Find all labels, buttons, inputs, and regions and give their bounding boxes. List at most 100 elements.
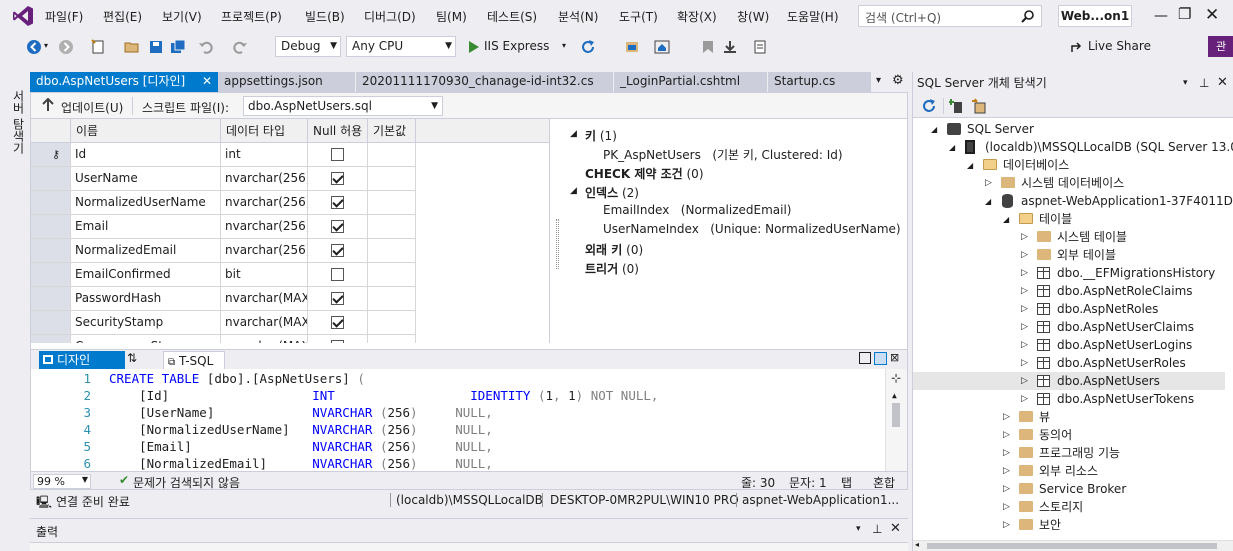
- pk-node[interactable]: PK_AspNetUsers (기본 키, Clustered: Id): [603, 146, 843, 163]
- solution-name[interactable]: Web...on1: [1058, 5, 1132, 27]
- update-arrow-icon[interactable]: [41, 98, 55, 112]
- allow-null-checkbox[interactable]: [331, 268, 344, 281]
- scroll-up-icon[interactable]: ▲: [892, 391, 897, 400]
- menu-item-7[interactable]: 테스트(S): [487, 8, 537, 25]
- tree-node[interactable]: ▷ 보안: [913, 516, 1225, 534]
- tree-node[interactable]: ▷ dbo.__EFMigrationsHistory: [913, 264, 1225, 282]
- download-icon[interactable]: [722, 39, 738, 55]
- scroll-thumb[interactable]: [892, 403, 900, 427]
- cell-default-value[interactable]: [368, 311, 416, 335]
- row-selector[interactable]: [31, 191, 71, 215]
- expand-icon[interactable]: ▷: [985, 174, 992, 192]
- zoom-select[interactable]: 99 % ▼: [33, 474, 91, 489]
- tree-node[interactable]: ▷ dbo.AspNetUserLogins: [913, 336, 1225, 354]
- cell-default-value[interactable]: [368, 215, 416, 239]
- collapse-pane-icon[interactable]: ⊠: [890, 351, 899, 364]
- cell-data-type[interactable]: nvarchar(256): [221, 167, 308, 191]
- cell-column-name[interactable]: UserName: [71, 167, 221, 191]
- expand-icon[interactable]: ▷: [1003, 516, 1010, 534]
- code-line[interactable]: 1 CREATE TABLE [dbo].[AspNetUsers] (: [31, 371, 881, 388]
- menu-item-12[interactable]: 도움말(H): [787, 8, 839, 25]
- issues-status[interactable]: 문제가 검색되지 않음: [133, 474, 240, 491]
- code-line[interactable]: 4 [NormalizedUserName] NVARCHAR (256) NU…: [31, 422, 881, 439]
- close-panel-icon[interactable]: ✕: [1217, 72, 1228, 94]
- run-dropdown-icon[interactable]: ▾: [562, 41, 566, 50]
- allow-null-checkbox[interactable]: [331, 340, 344, 343]
- menu-item-2[interactable]: 보기(V): [162, 8, 202, 25]
- table-row[interactable]: PasswordHash nvarchar(MAX): [31, 287, 549, 311]
- collapse-icon[interactable]: ◢: [1003, 211, 1009, 229]
- tab-startup[interactable]: Startup.cs: [768, 72, 872, 92]
- tree-node[interactable]: ▷ 스토리지: [913, 498, 1225, 516]
- tab-appsettings[interactable]: appsettings.json: [218, 72, 356, 92]
- tree-node[interactable]: ▷ 뷰: [913, 408, 1225, 426]
- cell-data-type[interactable]: nvarchar(256): [221, 239, 308, 263]
- cell-data-type[interactable]: nvarchar(MAX): [221, 311, 308, 335]
- tree-node[interactable]: ▷ 시스템 테이블: [913, 228, 1225, 246]
- keys-expand-icon[interactable]: ◢: [570, 129, 577, 139]
- expand-icon[interactable]: ▷: [1003, 426, 1010, 444]
- allow-null-checkbox[interactable]: [331, 148, 344, 161]
- tab-migration[interactable]: 20201111170930_chanage-id-int32.cs: [356, 72, 614, 92]
- collapse-icon[interactable]: ◢: [967, 157, 973, 175]
- collapse-icon[interactable]: ◢: [985, 193, 991, 211]
- index-email-node[interactable]: EmailIndex (NormalizedEmail): [603, 203, 792, 217]
- expand-icon[interactable]: ▷: [1021, 318, 1028, 336]
- menu-item-4[interactable]: 빌드(B): [305, 8, 345, 25]
- expand-icon[interactable]: ▷: [1003, 462, 1010, 480]
- allow-null-checkbox[interactable]: [331, 316, 344, 329]
- cell-column-name[interactable]: Id: [71, 143, 221, 167]
- open-folder-icon[interactable]: [124, 39, 140, 55]
- keys-node[interactable]: 키 (1): [585, 127, 617, 144]
- forward-icon[interactable]: [58, 39, 74, 55]
- expand-icon[interactable]: ▷: [1021, 228, 1028, 246]
- row-selector[interactable]: [31, 263, 71, 287]
- undo-icon[interactable]: [198, 39, 214, 55]
- tree-node[interactable]: ▷ 프로그래밍 기능: [913, 444, 1225, 462]
- redo-icon[interactable]: [232, 39, 248, 55]
- triggers-node[interactable]: 트리거 (0): [585, 260, 639, 277]
- tree-node[interactable]: ▷ dbo.AspNetRoleClaims: [913, 282, 1225, 300]
- menu-item-6[interactable]: 팀(M): [436, 8, 467, 25]
- row-selector[interactable]: [31, 335, 71, 343]
- refresh-icon[interactable]: [580, 39, 596, 55]
- search-input[interactable]: 검색 (Ctrl+Q): [858, 5, 1042, 27]
- vertical-split-icon[interactable]: [859, 352, 871, 364]
- menu-item-8[interactable]: 분석(N): [558, 8, 598, 25]
- expand-icon[interactable]: ▷: [1003, 444, 1010, 462]
- expand-icon[interactable]: ▷: [1021, 336, 1028, 354]
- tree-node[interactable]: ◢ SQL Server: [913, 120, 1225, 138]
- tab-mode[interactable]: 탭: [841, 474, 852, 491]
- new-project-icon[interactable]: [90, 39, 106, 55]
- code-line[interactable]: 3 [UserName] NVARCHAR (256) NULL,: [31, 405, 881, 422]
- manage-button[interactable]: 관리: [1208, 36, 1233, 57]
- table-row[interactable]: Email nvarchar(256): [31, 215, 549, 239]
- home-icon[interactable]: [654, 39, 670, 55]
- code-line[interactable]: 5 [Email] NVARCHAR (256) NULL,: [31, 439, 881, 456]
- table-row[interactable]: ConcurrencyStampnvarchar(MAX): [31, 335, 549, 343]
- server-explorer-label[interactable]: 서버 탐색기: [10, 90, 27, 154]
- expand-icon[interactable]: ▷: [1021, 264, 1028, 282]
- bookmark-icon[interactable]: [700, 39, 716, 55]
- save-icon[interactable]: [148, 39, 164, 55]
- horizontal-split-icon[interactable]: [874, 352, 887, 365]
- menu-item-3[interactable]: 프로젝트(P): [221, 8, 282, 25]
- tree-node[interactable]: ▷ dbo.AspNetRoles: [913, 300, 1225, 318]
- close-panel-icon[interactable]: ✕: [890, 521, 901, 536]
- cell-column-name[interactable]: NormalizedUserName: [71, 191, 221, 215]
- cell-column-name[interactable]: SecurityStamp: [71, 311, 221, 335]
- expand-icon[interactable]: ▷: [1003, 408, 1010, 426]
- expand-icon[interactable]: ▷: [1021, 372, 1028, 390]
- tree-node[interactable]: ▷ dbo.AspNetUserRoles: [913, 354, 1225, 372]
- back-dropdown-icon[interactable]: ▾: [44, 41, 48, 50]
- platform-select[interactable]: Any CPU ▼: [346, 36, 456, 57]
- cell-data-type[interactable]: int: [221, 143, 308, 167]
- close-tab-icon[interactable]: ✕: [202, 72, 212, 91]
- explorer-hscrollbar[interactable]: ◂: [913, 540, 1233, 551]
- row-selector[interactable]: [31, 287, 71, 311]
- run-target-button[interactable]: IIS Express: [484, 39, 549, 53]
- server-explorer-strip[interactable]: 서버 탐색기: [0, 60, 30, 551]
- cell-default-value[interactable]: [368, 263, 416, 287]
- tree-node[interactable]: ◢ (localdb)\MSSQLLocalDB (SQL Server 13.0…: [913, 138, 1233, 156]
- cell-default-value[interactable]: [368, 167, 416, 191]
